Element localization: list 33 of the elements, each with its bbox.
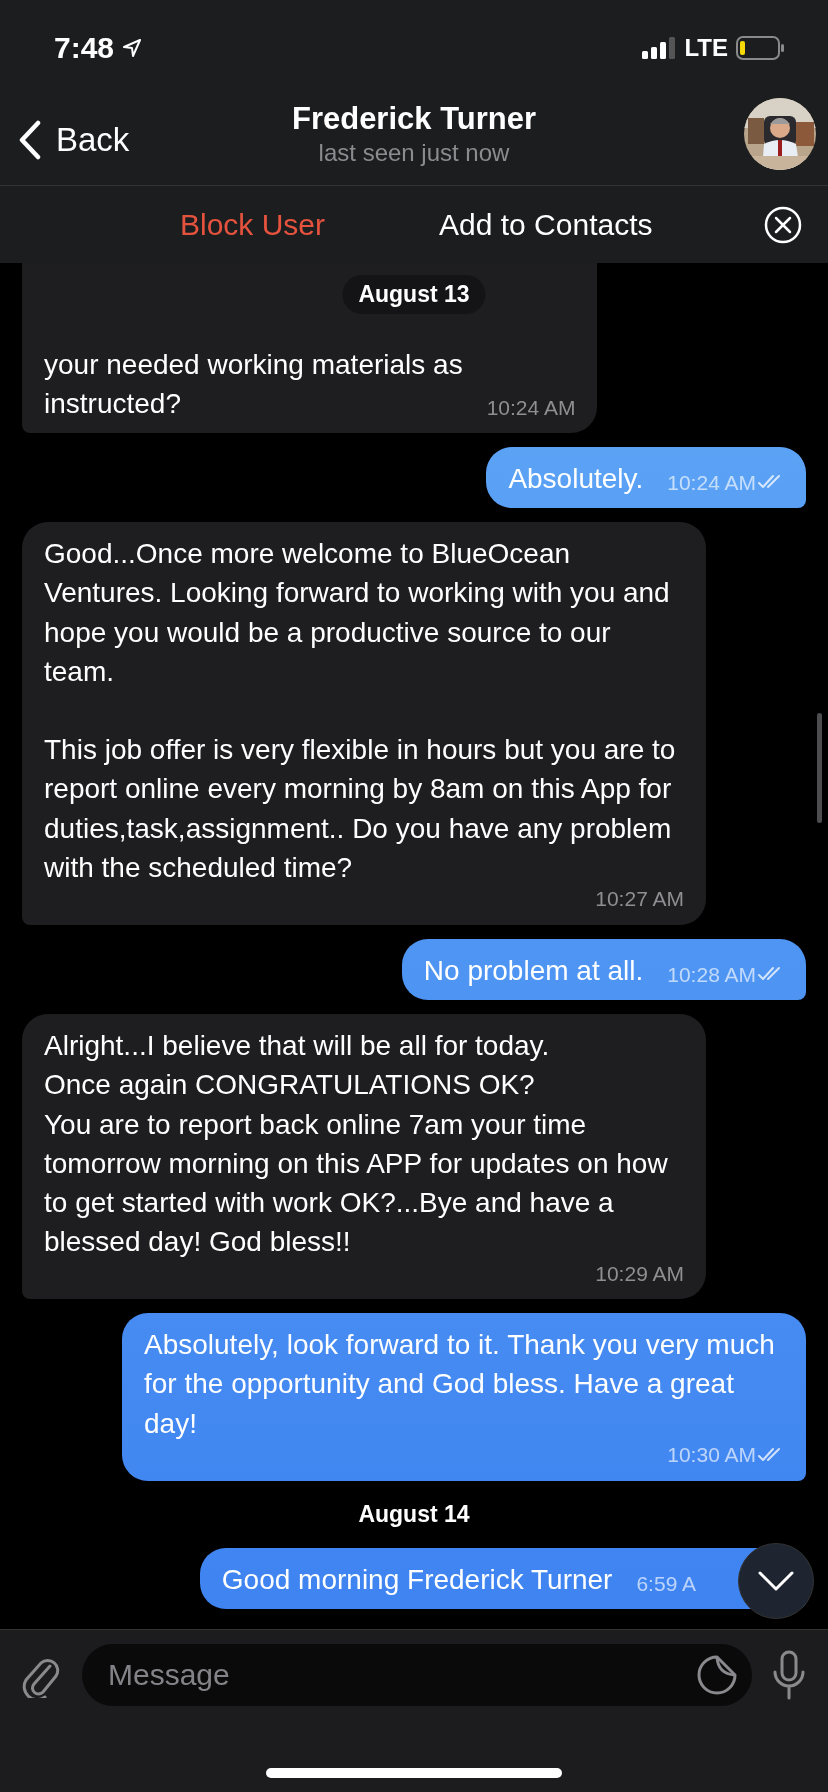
chevron-left-icon xyxy=(18,120,42,160)
message-text: Good...Once more welcome to BlueOcean Ventures. Looking forward to working with you and hope you would be a productive source to our team. This job offer is very flexible in hours but you are to report online every morning by 8am on this App for duties,task,assignment.. Do you have any problem with the scheduled time? xyxy=(44,537,677,885)
clock-time: 7:48 xyxy=(54,30,115,65)
battery-icon xyxy=(736,35,784,60)
message-time: 10:27 AM xyxy=(595,888,684,910)
message-field[interactable]: Message xyxy=(82,1644,752,1706)
contact-name: Frederick Turner xyxy=(291,101,537,137)
message-input-field[interactable]: Message xyxy=(106,1657,696,1693)
message-text: Good morning Frederick Turner xyxy=(221,1562,613,1597)
date-separator: August 14 xyxy=(358,1500,470,1528)
network-label: LTE xyxy=(684,33,728,62)
message-time: 10:28 AM xyxy=(667,963,756,985)
location-arrow-icon xyxy=(122,37,143,58)
message-text: your needed working materials as instructed? xyxy=(44,347,463,421)
signal-icon xyxy=(642,36,677,59)
message-text: Absolutely. xyxy=(508,462,644,497)
last-seen-status: last seen just now xyxy=(318,139,510,167)
message-text: Absolutely, look forward to it. Thank you very much for the opportunity and God bless. Have a great day! xyxy=(144,1328,776,1441)
add-to-contacts-button[interactable]: Add to Contacts xyxy=(435,203,657,246)
block-user-button[interactable]: Block User xyxy=(176,203,330,246)
message-time: 10:30 AM xyxy=(667,1444,756,1466)
chevron-down-icon xyxy=(757,1570,795,1592)
message-time: 10:24 AM xyxy=(486,396,576,418)
back-button[interactable]: Back xyxy=(14,116,134,164)
message-time: 10:29 AM xyxy=(595,1262,684,1284)
microphone-icon[interactable] xyxy=(772,1650,806,1700)
sticker-icon[interactable] xyxy=(696,1654,738,1696)
message-time: 6:59 A xyxy=(636,1572,696,1594)
date-pill: August 13 xyxy=(342,275,486,314)
close-icon[interactable] xyxy=(764,205,802,244)
message-time: 10:24 AM xyxy=(667,471,756,493)
message-text: No problem at all. xyxy=(423,953,644,988)
message-text: Alright...I believe that will be all for today. Once again CONGRATULATIONS OK? You are to report back online 7am your time tomorrow morning on this APP for updates on how to get started with work OK?...Bye and have a blessed day! God bless!! xyxy=(44,1029,669,1260)
